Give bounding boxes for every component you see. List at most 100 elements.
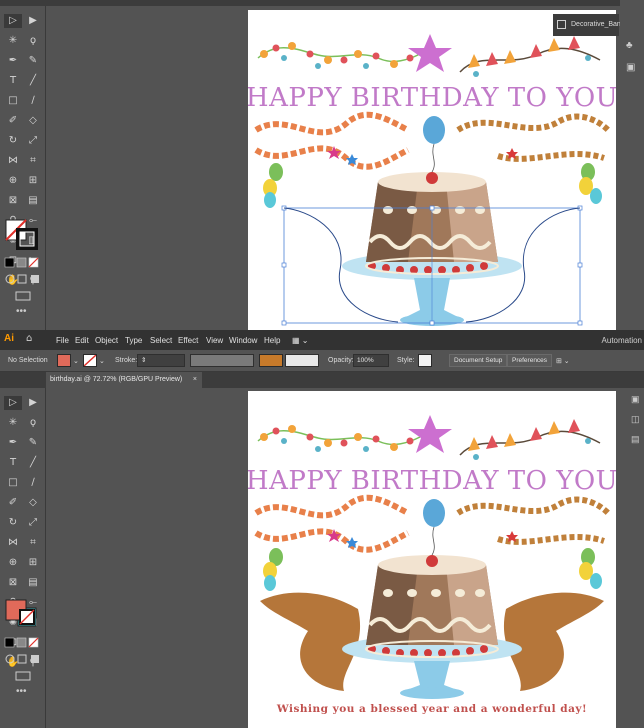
direct-selection-tool-icon[interactable]: ▶: [24, 14, 42, 28]
draw-mode-icons-top[interactable]: [4, 272, 42, 284]
preferences-button[interactable]: Preferences: [507, 354, 553, 367]
free-transform-icon[interactable]: ⌗: [24, 536, 42, 550]
headline: HAPPY BIRTHDAY TO YOU: [248, 466, 616, 496]
style-label: Style:: [397, 357, 415, 364]
menu-object[interactable]: Object: [95, 336, 118, 345]
direct-selection-tool-icon[interactable]: ▶: [24, 396, 42, 410]
eraser-icon[interactable]: ◇: [24, 496, 42, 510]
magic-wand-icon[interactable]: ✳: [4, 416, 22, 430]
laurel-garland: [456, 496, 611, 545]
rectangle-tool-icon[interactable]: □: [4, 94, 22, 108]
fill-dropdown-icon[interactable]: ⌄: [73, 357, 79, 365]
properties-panel-icon[interactable]: ▣: [631, 394, 640, 405]
symbol-icon: [557, 20, 566, 29]
shape-builder-icon[interactable]: ⊕: [4, 174, 22, 188]
more-tools-icon[interactable]: •••: [16, 686, 27, 697]
document-setup-button[interactable]: Document Setup: [449, 354, 508, 367]
bunting-garland: [459, 419, 601, 460]
layers-panel-icon[interactable]: ▣: [626, 62, 635, 73]
shape-builder-icon[interactable]: ⊕: [4, 556, 22, 570]
perspective-grid-icon[interactable]: ⊞: [24, 556, 42, 570]
selection-tool-icon[interactable]: ▷: [4, 14, 22, 28]
line-tool-icon[interactable]: ╱: [24, 456, 42, 470]
layers-panel-icon[interactable]: ◫: [631, 414, 640, 425]
menu-type[interactable]: Type: [125, 336, 142, 345]
mesh-tool-icon[interactable]: ⊠: [4, 576, 22, 590]
shaper-tool-icon[interactable]: ✐: [4, 114, 22, 128]
rotate-tool-icon[interactable]: ↻: [4, 134, 22, 148]
control-bar: No Selection ⌄ ⌄ Stroke: ⇕ Opacity: 100%…: [0, 350, 644, 372]
screen-mode-icon-top[interactable]: [14, 288, 32, 301]
draw-mode-icons[interactable]: [4, 652, 42, 664]
curvature-tool-icon[interactable]: ✎: [24, 54, 42, 68]
gradient-tool-icon[interactable]: ▤: [24, 576, 42, 590]
graphic-style-swatch[interactable]: [418, 354, 432, 367]
type-tool-icon[interactable]: T: [4, 456, 22, 470]
color-mode-buttons[interactable]: [4, 636, 42, 648]
menu-file[interactable]: File: [56, 336, 69, 345]
lasso-icon[interactable]: ϙ: [24, 416, 42, 430]
arrange-icon[interactable]: ⊞ ⌄: [556, 357, 570, 365]
mesh-tool-icon[interactable]: ⊠: [4, 194, 22, 208]
lasso-icon[interactable]: ϙ: [24, 34, 42, 48]
brush-definition[interactable]: [259, 354, 283, 367]
variable-width-profile[interactable]: [190, 354, 254, 367]
arrange-documents-icon[interactable]: ▦ ⌄: [292, 336, 308, 345]
heart-garland: [254, 494, 410, 553]
fill-stroke-swatches-top[interactable]: [4, 218, 40, 252]
opacity-field[interactable]: 100%: [353, 354, 389, 367]
menu-help[interactable]: Help: [264, 336, 280, 345]
more-tools-icon-top[interactable]: •••: [16, 306, 27, 317]
width-tool-icon[interactable]: ⋈: [4, 536, 22, 550]
stroke-label: Stroke:: [115, 357, 138, 364]
close-tab-icon[interactable]: ×: [193, 372, 197, 388]
home-icon[interactable]: ⌂: [26, 333, 32, 344]
top-document-view: ▷▶ ✳ϙ ✒✎ T╱ □∕ ✐◇ ↻⤢ ⋈⌗ ⊕⊞ ⊠▤ ⚲⟜ ✺▥ ⊡✂ ✋…: [0, 0, 644, 330]
screen-mode-icon[interactable]: [14, 668, 32, 681]
right-dock-top: ♣ ▣: [620, 0, 644, 330]
eraser-icon[interactable]: ◇: [24, 114, 42, 128]
pen-tool-icon[interactable]: ✒: [4, 54, 22, 68]
type-tool-icon[interactable]: T: [4, 74, 22, 88]
illustrator-window: ▷▶ ✳ϙ ✒✎ T╱ □∕ ✐◇ ↻⤢ ⋈⌗ ⊕⊞ ⊠▤ ⚲⟜ ✺▥ ⊡✂ ✋…: [0, 0, 644, 728]
menu-edit[interactable]: Edit: [75, 336, 89, 345]
scale-tool-icon[interactable]: ⤢: [24, 134, 42, 148]
stroke-dropdown-icon[interactable]: ⌄: [99, 357, 105, 365]
flower-garland: [257, 425, 421, 452]
fill-stroke-swatches[interactable]: [4, 598, 40, 632]
stroke-weight-field[interactable]: ⇕: [137, 354, 185, 367]
selection-tool-icon[interactable]: ▷: [4, 396, 22, 410]
stroke-color-swatch[interactable]: [83, 354, 97, 367]
pen-tool-icon[interactable]: ✒: [4, 436, 22, 450]
brush-preview[interactable]: [285, 354, 319, 367]
rectangle-tool-icon[interactable]: □: [4, 476, 22, 490]
decorative-banner-panel[interactable]: Decorative_Ban...: [553, 14, 627, 36]
menu-window[interactable]: Window: [229, 336, 257, 345]
document-tab[interactable]: birthday.ai @ 72.72% (RGB/GPU Preview) ×: [46, 372, 202, 388]
paintbrush-icon[interactable]: ∕: [24, 94, 42, 108]
shaper-tool-icon[interactable]: ✐: [4, 496, 22, 510]
line-tool-icon[interactable]: ╱: [24, 74, 42, 88]
headline-top: HAPPY BIRTHDAY TO YOU: [248, 83, 616, 113]
selection-bounding-box[interactable]: [281, 205, 583, 326]
workspace-switcher[interactable]: Automation: [602, 336, 642, 345]
rotate-tool-icon[interactable]: ↻: [4, 516, 22, 530]
scale-tool-icon[interactable]: ⤢: [24, 516, 42, 530]
free-transform-icon[interactable]: ⌗: [24, 154, 42, 168]
libraries-panel-icon[interactable]: ▤: [631, 434, 640, 445]
menu-view[interactable]: View: [206, 336, 223, 345]
width-tool-icon[interactable]: ⋈: [4, 154, 22, 168]
tools-panel: ▷▶ ✳ϙ ✒✎ T╱ □∕ ✐◇ ↻⤢ ⋈⌗ ⊕⊞ ⊠▤ ⚲⟜ ✺▥ ⊡✂ ✋…: [0, 388, 46, 728]
fill-color-swatch[interactable]: [57, 354, 71, 367]
balloon: [423, 499, 445, 556]
perspective-grid-icon[interactable]: ⊞: [24, 174, 42, 188]
curvature-tool-icon[interactable]: ✎: [24, 436, 42, 450]
gradient-tool-icon[interactable]: ▤: [24, 194, 42, 208]
magic-wand-icon[interactable]: ✳: [4, 34, 22, 48]
panel-label: Decorative_Ban...: [571, 21, 627, 28]
color-mode-buttons-top[interactable]: [4, 256, 42, 268]
paintbrush-icon[interactable]: ∕: [24, 476, 42, 490]
menu-effect[interactable]: Effect: [178, 336, 198, 345]
symbols-panel-icon[interactable]: ♣: [626, 40, 633, 51]
menu-select[interactable]: Select: [150, 336, 172, 345]
